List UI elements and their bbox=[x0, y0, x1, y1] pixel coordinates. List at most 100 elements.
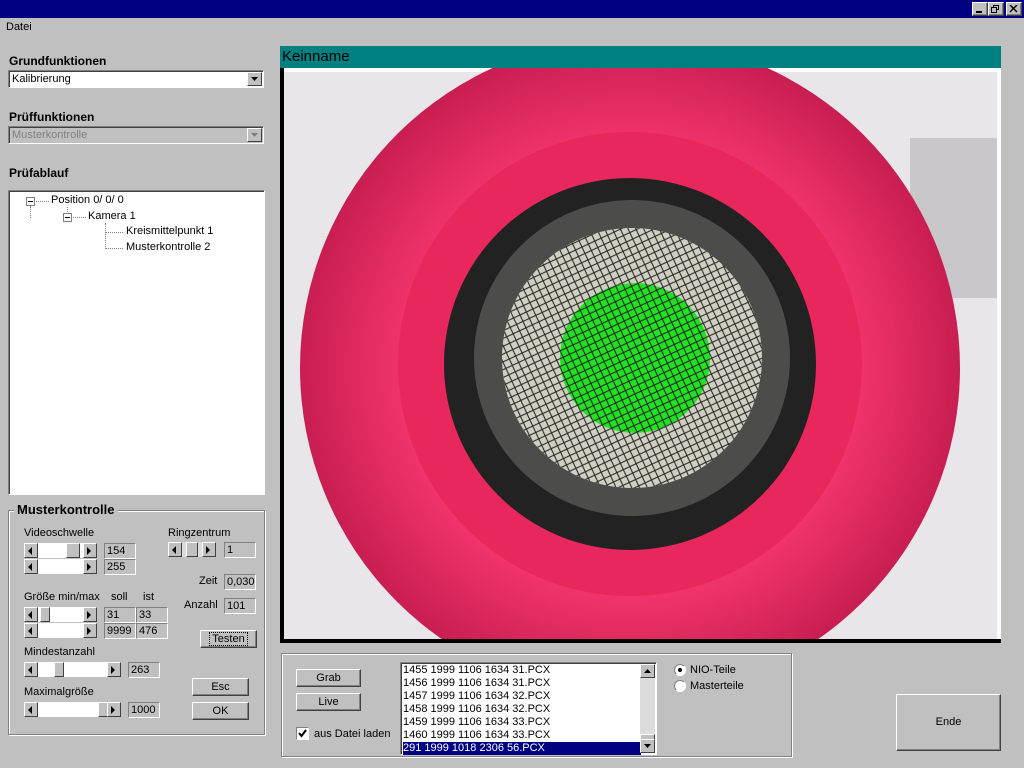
prueffunktionen-label: Prüffunktionen bbox=[9, 110, 95, 124]
ende-button[interactable]: Ende bbox=[896, 694, 1001, 751]
slider-left-button[interactable] bbox=[168, 542, 182, 557]
groesse-min-soll: 31 bbox=[104, 607, 136, 623]
slider-thumb[interactable] bbox=[66, 543, 80, 558]
slider-track bbox=[38, 623, 83, 638]
slider-thumb[interactable] bbox=[40, 607, 50, 622]
slider-left-button[interactable] bbox=[24, 702, 38, 717]
groesse-max-slider[interactable] bbox=[24, 623, 97, 638]
list-item[interactable]: 1456 1999 1106 1634 31.PCX bbox=[403, 677, 550, 690]
slider-thumb[interactable] bbox=[54, 662, 64, 677]
arrow-right-icon bbox=[87, 611, 91, 619]
file-list-scrollbar[interactable] bbox=[640, 664, 655, 753]
grab-button[interactable]: Grab bbox=[296, 669, 361, 687]
chevron-down-icon bbox=[251, 77, 258, 81]
mindestanzahl-slider[interactable] bbox=[24, 662, 121, 677]
videoschwelle-label: Videoschwelle bbox=[24, 527, 95, 539]
grundfunktionen-dropdown-button[interactable] bbox=[247, 72, 262, 86]
slider-right-button[interactable] bbox=[83, 623, 97, 638]
restore-button[interactable] bbox=[988, 2, 1004, 16]
maximalgroesse-label: Maximalgröße bbox=[24, 686, 94, 698]
live-button[interactable]: Live bbox=[296, 693, 361, 711]
slider-track bbox=[38, 702, 107, 717]
slider-left-button[interactable] bbox=[24, 559, 38, 574]
grundfunktionen-select[interactable]: Kalibrierung bbox=[8, 70, 264, 88]
list-item[interactable]: 1458 1999 1106 1634 32.PCX bbox=[403, 703, 550, 716]
slider-right-button[interactable] bbox=[83, 559, 97, 574]
groesse-max-ist: 476 bbox=[136, 623, 168, 639]
zeit-value: 0,030 bbox=[224, 574, 256, 590]
tree-connector bbox=[30, 206, 31, 218]
ok-button[interactable]: OK bbox=[192, 702, 249, 720]
slider-right-button[interactable] bbox=[83, 607, 97, 622]
testen-button[interactable]: Testen bbox=[200, 630, 257, 648]
zeit-label: Zeit bbox=[199, 575, 218, 587]
slider-thumb[interactable] bbox=[186, 542, 198, 557]
list-item[interactable]: 1455 1999 1106 1634 31.PCX bbox=[403, 664, 550, 677]
arrow-left-icon bbox=[28, 563, 32, 571]
aus-datei-checkbox[interactable] bbox=[296, 727, 309, 740]
slider-right-button[interactable] bbox=[202, 542, 216, 557]
nio-teile-radio[interactable] bbox=[674, 664, 686, 676]
groesse-max-soll: 9999 bbox=[104, 623, 136, 639]
slider-left-button[interactable] bbox=[24, 607, 38, 622]
esc-button[interactable]: Esc bbox=[192, 678, 249, 696]
tree-node-kreismittelpunkt[interactable]: Kreismittelpunkt 1 bbox=[126, 225, 213, 237]
collapse-icon[interactable] bbox=[63, 213, 72, 222]
close-button[interactable] bbox=[1006, 2, 1022, 16]
prueffunktionen-select[interactable]: Musterkontrolle bbox=[8, 126, 264, 144]
tree-node-kamera[interactable]: Kamera 1 bbox=[88, 210, 136, 222]
scroll-down-button[interactable] bbox=[640, 739, 655, 753]
list-item[interactable]: 1460 1999 1106 1634 33.PCX bbox=[403, 729, 550, 742]
tree-node-position[interactable]: Position 0/ 0/ 0 bbox=[51, 194, 124, 206]
minimize-button[interactable] bbox=[972, 2, 988, 16]
masterteile-label: Masterteile bbox=[690, 680, 744, 692]
ringzentrum-slider[interactable] bbox=[168, 542, 216, 557]
ringzentrum-value: 1 bbox=[224, 542, 256, 558]
maximalgroesse-value: 1000 bbox=[128, 702, 160, 718]
slider-left-button[interactable] bbox=[24, 623, 38, 638]
close-icon bbox=[1009, 5, 1018, 13]
list-item[interactable]: 1459 1999 1106 1634 33.PCX bbox=[403, 716, 550, 729]
grundfunktionen-label: Grundfunktionen bbox=[9, 54, 107, 68]
slider-left-button[interactable] bbox=[24, 662, 38, 677]
pruefablauf-tree[interactable]: Position 0/ 0/ 0 Kamera 1 Kreismittelpun… bbox=[8, 190, 265, 495]
arrow-right-icon bbox=[87, 563, 91, 571]
tree-node-musterkontrolle[interactable]: Musterkontrolle 2 bbox=[126, 241, 210, 253]
title-bar bbox=[0, 0, 1024, 18]
file-listbox[interactable]: 1455 1999 1106 1634 31.PCX 1456 1999 110… bbox=[400, 662, 657, 755]
anzahl-label: Anzahl bbox=[184, 599, 218, 611]
slider-right-button[interactable] bbox=[107, 662, 121, 677]
video-window-header: Keinname bbox=[280, 46, 1001, 68]
arrow-left-icon bbox=[28, 547, 32, 555]
minimize-icon bbox=[976, 11, 982, 13]
tree-connector bbox=[36, 201, 49, 202]
restore-icon bbox=[991, 5, 999, 13]
checkmark-icon bbox=[298, 729, 307, 738]
groesse-min-slider[interactable] bbox=[24, 607, 97, 622]
videoschwelle-min-slider[interactable] bbox=[24, 543, 97, 558]
slider-right-button[interactable] bbox=[107, 702, 121, 717]
menu-bar: Datei bbox=[0, 18, 1024, 38]
nio-teile-label: NIO-Teile bbox=[690, 664, 736, 676]
maximalgroesse-slider[interactable] bbox=[24, 702, 121, 717]
arrow-right-icon bbox=[111, 706, 115, 714]
slider-right-button[interactable] bbox=[83, 543, 97, 558]
tree-connector bbox=[105, 223, 106, 249]
ist-label: ist bbox=[143, 591, 154, 603]
camera-image bbox=[280, 68, 1001, 643]
list-item-selected[interactable]: 291 1999 1018 2306 56.PCX bbox=[403, 742, 641, 755]
videoschwelle-max-value: 255 bbox=[104, 559, 136, 575]
slider-left-button[interactable] bbox=[24, 543, 38, 558]
collapse-icon[interactable] bbox=[26, 197, 35, 206]
list-item[interactable]: 1457 1999 1106 1634 32.PCX bbox=[403, 690, 550, 703]
arrow-left-icon bbox=[28, 706, 32, 714]
testen-label: Testen bbox=[209, 632, 248, 646]
scroll-up-button[interactable] bbox=[640, 664, 655, 678]
masterteile-radio[interactable] bbox=[674, 680, 686, 692]
tree-connector bbox=[73, 217, 86, 218]
arrow-left-icon bbox=[28, 666, 32, 674]
videoschwelle-max-slider[interactable] bbox=[24, 559, 97, 574]
arrow-right-icon bbox=[111, 666, 115, 674]
menu-datei[interactable]: Datei bbox=[6, 21, 32, 33]
prueffunktionen-dropdown-button[interactable] bbox=[247, 128, 262, 142]
